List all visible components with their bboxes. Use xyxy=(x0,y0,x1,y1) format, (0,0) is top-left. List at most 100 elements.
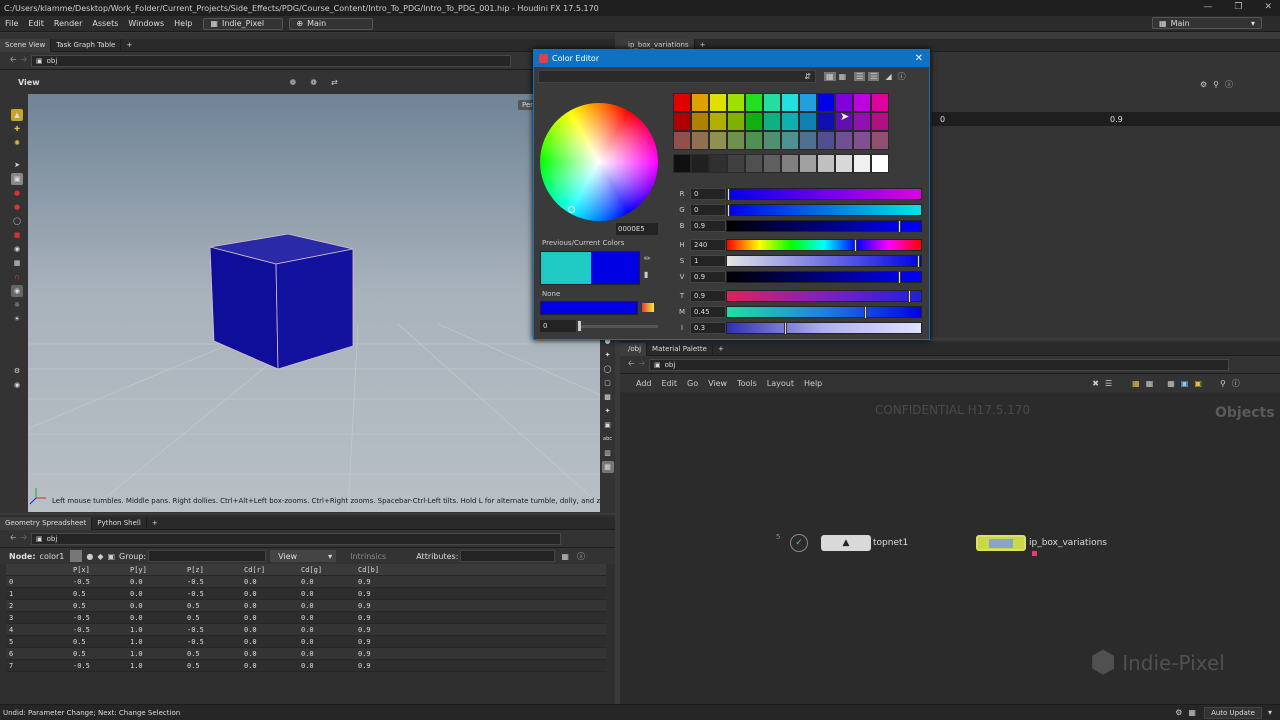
color-swatch[interactable] xyxy=(727,154,745,173)
photo-icon[interactable]: ▣ xyxy=(1181,379,1189,388)
lock-icon[interactable]: ▣ xyxy=(11,173,23,185)
eyedropper-icon[interactable]: ✏ xyxy=(644,254,651,263)
chevron-down-icon[interactable]: ▾ xyxy=(1268,708,1272,717)
forward-arrow-icon[interactable]: 🡢 xyxy=(20,54,27,68)
shading-icon[interactable]: ▣ xyxy=(602,419,614,431)
minimize-icon[interactable]: — xyxy=(1203,2,1212,12)
magnet-icon[interactable]: ∩ xyxy=(11,271,23,283)
view-lock-icon[interactable]: ▥ xyxy=(602,447,614,459)
slider-track[interactable] xyxy=(726,238,922,252)
triangle-icon[interactable]: ◢ xyxy=(885,72,891,81)
color-swatch[interactable] xyxy=(691,112,709,131)
menu-edit[interactable]: Edit xyxy=(23,19,49,28)
primitive-mode-icon[interactable]: ◆ xyxy=(97,552,103,561)
slider-knob[interactable] xyxy=(864,305,867,319)
network-menu-layout[interactable]: Layout xyxy=(767,379,794,388)
color-swatch[interactable] xyxy=(745,93,763,112)
color-swatch[interactable] xyxy=(745,112,763,131)
table-row[interactable]: 2 0.5 0.0 0.5 0.0 0.0 0.9 xyxy=(6,600,606,612)
slider-knob[interactable] xyxy=(727,187,730,201)
color-swatch[interactable] xyxy=(817,93,835,112)
slider-knob[interactable] xyxy=(854,238,857,252)
color-swatch[interactable] xyxy=(781,112,799,131)
color-swatch[interactable] xyxy=(709,154,727,173)
detail-mode-icon[interactable]: ▣ xyxy=(107,552,115,561)
text-display-icon[interactable]: abc xyxy=(602,433,614,445)
ip-box-variations-label[interactable]: ip_box_variations xyxy=(1029,538,1107,548)
tab-obj[interactable]: /obj xyxy=(620,342,648,356)
ip-box-variations-node[interactable] xyxy=(976,535,1026,551)
previous-color-swatch[interactable] xyxy=(541,252,591,284)
color-swatch[interactable] xyxy=(799,112,817,131)
color-swatch[interactable] xyxy=(727,93,745,112)
tab-material-palette[interactable]: Material Palette xyxy=(647,342,713,356)
eyedrop-grid-icon[interactable]: ▦ xyxy=(839,72,847,81)
3d-viewport[interactable]: Left mouse tumbles. Middle pans. Right d… xyxy=(28,94,600,512)
intrinsics-toggle[interactable]: Intrinsics xyxy=(350,552,386,561)
menu-file[interactable]: File xyxy=(0,19,23,28)
slider-value-field[interactable]: 0.9 xyxy=(690,270,726,283)
color-swatch[interactable] xyxy=(817,112,835,131)
scene-path-field[interactable]: ▣ obj xyxy=(30,54,511,67)
color-swatch[interactable] xyxy=(817,154,835,173)
network-canvas[interactable]: CONFIDENTIAL H17.5.170 Objects 5 ✓ ▲ top… xyxy=(620,393,1280,705)
color-swatch[interactable] xyxy=(745,154,763,173)
display-icon[interactable]: ◉ xyxy=(11,379,23,391)
color-swatch[interactable] xyxy=(781,154,799,173)
wheel-picker-handle[interactable] xyxy=(568,206,575,213)
gear-icon[interactable]: ⚙ xyxy=(1200,80,1207,89)
wireframe-icon[interactable]: ▢ xyxy=(602,377,614,389)
paint-icon[interactable]: ● xyxy=(11,201,23,213)
info-icon[interactable]: ⓘ xyxy=(1232,378,1240,389)
add-tab-button[interactable]: + xyxy=(147,517,163,530)
palette-icon[interactable] xyxy=(642,303,654,312)
slider-knob[interactable] xyxy=(727,203,730,217)
menu-windows[interactable]: Windows xyxy=(123,19,169,28)
camera-icon[interactable]: ◉ xyxy=(11,243,23,255)
color-swatch[interactable] xyxy=(781,93,799,112)
menu-assets[interactable]: Assets xyxy=(87,19,123,28)
slider-knob[interactable] xyxy=(784,321,787,335)
color-swatch[interactable] xyxy=(799,131,817,150)
slider-knob[interactable] xyxy=(917,254,920,268)
slider-knob[interactable] xyxy=(898,219,901,233)
current-color-swatch[interactable] xyxy=(591,252,639,284)
update-mode-icon[interactable]: ⚙ xyxy=(1175,708,1182,717)
network-menu-help[interactable]: Help xyxy=(804,379,822,388)
color-swatch[interactable] xyxy=(853,131,871,150)
restore-icon[interactable]: ❐ xyxy=(1234,2,1242,12)
add-tab-button[interactable]: + xyxy=(121,39,137,52)
color-swatch[interactable] xyxy=(763,93,781,112)
tab-task-graph-table[interactable]: Task Graph Table xyxy=(51,38,122,52)
color-swatch[interactable] xyxy=(691,93,709,112)
auto-update-dropdown[interactable]: Auto Update xyxy=(1203,706,1262,719)
alpha-slider-knob[interactable] xyxy=(578,320,581,331)
color-swatch[interactable] xyxy=(673,131,691,150)
slider-knob[interactable] xyxy=(898,270,901,284)
pose-icon[interactable]: ◯ xyxy=(11,215,23,227)
snap-prim-icon[interactable]: ⇄ xyxy=(331,78,338,87)
color-swatch[interactable] xyxy=(817,131,835,150)
move-tool-icon[interactable]: ✚ xyxy=(11,123,23,135)
network-menu-tools[interactable]: Tools xyxy=(737,379,757,388)
slider-track[interactable] xyxy=(726,187,922,201)
filter-icon[interactable]: ▦ xyxy=(561,552,569,561)
light-icon[interactable]: ☼ xyxy=(11,299,23,311)
network-menu-add[interactable]: Add xyxy=(636,379,652,388)
list-mode-icon[interactable]: ☰ xyxy=(868,71,880,81)
slider-value-field[interactable]: 240 xyxy=(690,238,726,251)
color-swatch[interactable] xyxy=(709,131,727,150)
list-icon[interactable]: ☰ xyxy=(1105,379,1112,388)
render-icon[interactable]: ☀ xyxy=(11,313,23,325)
close-icon[interactable]: ✕ xyxy=(1264,2,1272,12)
vertex-mode-icon[interactable]: ● xyxy=(86,552,93,561)
slider-knob[interactable] xyxy=(908,289,911,303)
slider-track[interactable] xyxy=(726,289,922,303)
forward-arrow-icon[interactable]: 🡢 xyxy=(638,358,645,372)
right-desktop-dropdown[interactable]: ▦ Main ▾ xyxy=(1152,17,1262,29)
color-swatch[interactable] xyxy=(763,112,781,131)
color-pick-icon[interactable]: ▮ xyxy=(644,270,648,279)
slider-track[interactable] xyxy=(726,219,922,233)
slider-value-field[interactable]: 0.3 xyxy=(690,321,726,334)
color-swatch[interactable] xyxy=(691,154,709,173)
